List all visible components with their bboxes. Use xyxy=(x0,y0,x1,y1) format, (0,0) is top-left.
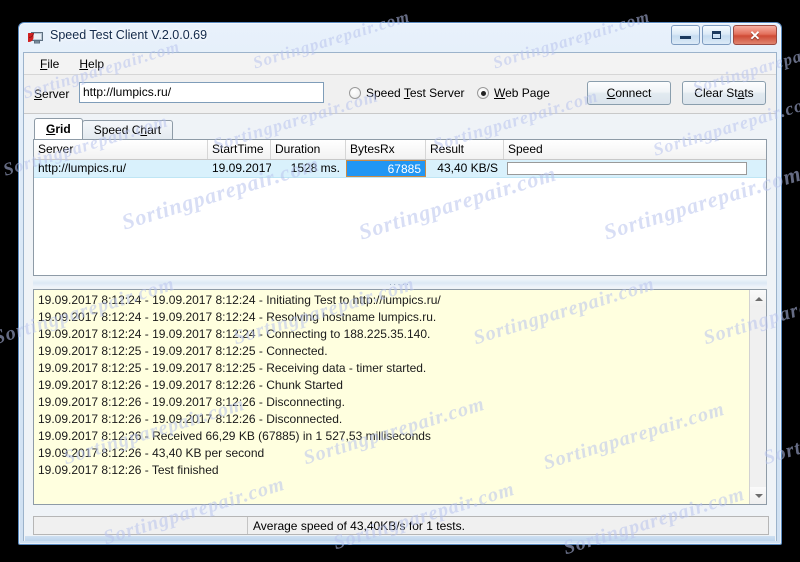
status-pane-left xyxy=(34,517,248,534)
grid-header-speed[interactable]: Speed xyxy=(504,140,754,159)
cell-server: http://lumpics.ru/ xyxy=(38,161,127,175)
log-line: 19.09.2017 8:12:24 - 19.09.2017 8:12:24 … xyxy=(38,293,441,307)
log-vertical-scrollbar[interactable] xyxy=(749,290,766,504)
log-text: 19.09.2017 8:12:24 - 19.09.2017 8:12:24 … xyxy=(34,292,748,479)
cell-duration: 1528 ms. xyxy=(290,161,340,175)
menu-item-file[interactable]: File xyxy=(32,55,67,73)
grid-header-starttime[interactable]: StartTime xyxy=(208,140,271,159)
menu-bar: File Help xyxy=(24,53,776,75)
connect-button[interactable]: Connect xyxy=(587,81,671,105)
server-label: Server xyxy=(34,87,70,101)
log-line: 19.09.2017 8:12:26 - 43,40 KB per second xyxy=(38,446,265,460)
radio-speed-test-server[interactable]: Speed Test Server xyxy=(349,86,465,100)
client-area: File Help Server http://lumpics.ru/ Spee… xyxy=(23,52,777,541)
log-line: 19.09.2017 8:12:26 - Test finished xyxy=(38,463,219,477)
grid-header-duration[interactable]: Duration xyxy=(271,140,346,159)
log-line: 19.09.2017 8:12:26 - 19.09.2017 8:12:26 … xyxy=(38,395,345,409)
clear-stats-button[interactable]: Clear St a ts xyxy=(682,81,766,105)
speed-progress-bar xyxy=(507,162,747,175)
results-grid[interactable]: Server StartTime Duration BytesRx Result… xyxy=(33,139,767,276)
log-line: 19.09.2017 8:12:25 - 19.09.2017 8:12:25 … xyxy=(38,361,427,375)
close-button[interactable]: ✕ xyxy=(733,25,777,45)
grid-header-server[interactable]: Server xyxy=(34,140,208,159)
log-line: 19.09.2017 8:12:26 - 19.09.2017 8:12:26 … xyxy=(38,378,343,392)
cell-speed xyxy=(504,160,754,177)
application-window: Speed Test Client V.2.0.0.69 ✕ File Help… xyxy=(18,22,782,545)
radio-label-web-page: Web Page xyxy=(494,86,550,100)
radio-web-page[interactable]: Web Page xyxy=(477,86,550,100)
tab-grid[interactable]: Grid xyxy=(34,118,83,139)
log-line: 19.09.2017 8:12:26 - Received 66,29 KB (… xyxy=(38,429,431,443)
radio-label-speed-test-server: Speed Test Server xyxy=(366,86,465,100)
grid-header-result[interactable]: Result xyxy=(426,140,504,159)
cell-starttime: 19.09.2017 8:... xyxy=(212,161,271,175)
log-panel[interactable]: 19.09.2017 8:12:24 - 19.09.2017 8:12:24 … xyxy=(33,289,767,505)
grid-header-row: Server StartTime Duration BytesRx Result… xyxy=(34,140,766,160)
horizontal-splitter[interactable]: ..... xyxy=(33,279,767,287)
toolbar: Server http://lumpics.ru/ Speed Test Ser… xyxy=(24,75,776,114)
minimize-icon xyxy=(680,36,691,39)
cell-bytesrx: 67885 xyxy=(346,160,426,177)
chevron-up-icon xyxy=(754,296,763,301)
radio-checked-icon xyxy=(477,87,489,99)
maximize-icon xyxy=(712,31,721,39)
radio-unchecked-icon xyxy=(349,87,361,99)
log-line: 19.09.2017 8:12:24 - 19.09.2017 8:12:24 … xyxy=(38,327,431,341)
tab-strip: Grid Speed Ch art xyxy=(24,118,776,139)
log-line: 19.09.2017 8:12:24 - 19.09.2017 8:12:24 … xyxy=(38,310,437,324)
log-line: 19.09.2017 8:12:26 - 19.09.2017 8:12:26 … xyxy=(38,412,343,426)
status-bar: Average speed of 43,40KB/s for 1 tests. xyxy=(33,516,769,535)
title-bar[interactable]: Speed Test Client V.2.0.0.69 ✕ xyxy=(19,23,781,52)
window-controls: ✕ xyxy=(671,25,777,45)
scroll-down-button[interactable] xyxy=(750,487,766,504)
cell-bytesrx-value: 67885 xyxy=(387,162,421,176)
server-input[interactable]: http://lumpics.ru/ xyxy=(79,82,324,103)
cell-result: 43,40 KB/S xyxy=(437,161,498,175)
window-title: Speed Test Client V.2.0.0.69 xyxy=(50,28,208,42)
status-pane-average-speed: Average speed of 43,40KB/s for 1 tests. xyxy=(253,518,465,533)
maximize-button[interactable] xyxy=(702,25,731,45)
monitor-icon xyxy=(24,30,44,46)
log-line: 19.09.2017 8:12:25 - 19.09.2017 8:12:25 … xyxy=(38,344,328,358)
close-icon: ✕ xyxy=(749,27,761,43)
scroll-up-button[interactable] xyxy=(750,290,766,307)
window-bottom-strip xyxy=(25,536,775,541)
tab-speed-chart[interactable]: Speed Ch art xyxy=(81,120,174,139)
menu-item-help[interactable]: Help xyxy=(71,55,112,73)
chevron-down-icon xyxy=(754,493,763,498)
table-row[interactable]: http://lumpics.ru/ 19.09.2017 8:... 1528… xyxy=(34,160,766,178)
minimize-button[interactable] xyxy=(671,25,700,45)
grid-header-bytesrx[interactable]: BytesRx xyxy=(346,140,426,159)
splitter-grip-icon: ..... xyxy=(389,278,411,287)
